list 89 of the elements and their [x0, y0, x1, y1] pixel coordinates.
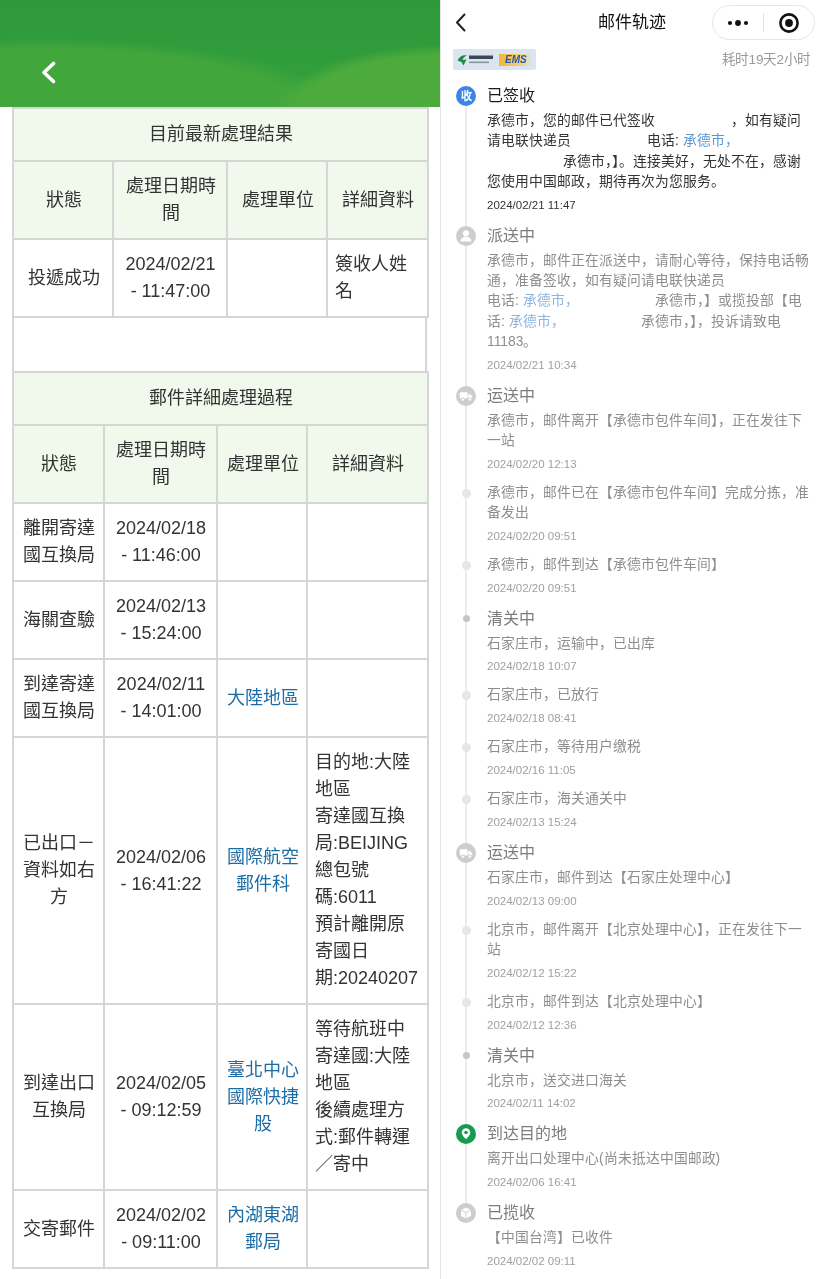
event-time: 2024/02/21 10:34	[487, 357, 578, 373]
event-description: 石家庄市，等待用户缴税	[487, 738, 642, 757]
table-cell: 投遞成功	[13, 239, 113, 317]
column-header: 詳細資料	[327, 161, 428, 239]
event-description: 【中国台湾】已收件	[487, 1229, 614, 1248]
event-time: 2024/02/21 11:47	[487, 197, 577, 213]
event-time: 2024/02/11 14:02	[487, 1096, 577, 1112]
event-description: 北京市，邮件到达【北京处理中心】	[487, 992, 712, 1011]
status-title: 运送中	[487, 842, 536, 863]
event-time: 2024/02/13 15:24	[487, 814, 578, 830]
status-title: 已揽收	[487, 1203, 536, 1224]
timeline-dot	[462, 615, 470, 623]
table-cell: 2024/02/11 - 14:01:00	[104, 659, 217, 737]
target-icon[interactable]	[779, 12, 799, 33]
timeline-dot	[461, 691, 471, 701]
timeline-dot	[461, 560, 471, 570]
box-icon	[456, 1203, 476, 1224]
status-title: 清关中	[487, 608, 536, 629]
column-header: 處理單位	[217, 425, 307, 503]
event-description: 石家庄市，已放行	[487, 686, 600, 705]
event-time: 2024/02/20 12:13	[487, 456, 578, 472]
more-icon[interactable]	[727, 19, 749, 26]
event-time: 2024/02/16 11:05	[487, 763, 577, 779]
table-cell: 2024/02/05 - 09:12:59	[104, 1004, 217, 1190]
status-title: 已签收	[487, 86, 536, 106]
event-time: 2024/02/18 10:07	[487, 659, 578, 675]
event-description: 承德市，邮件已在【承德市包件车间】完成分拣，准备发出	[487, 483, 810, 523]
status-title: 运送中	[487, 385, 536, 406]
received-badge: 收	[456, 86, 476, 106]
event-time: 2024/02/18 08:41	[487, 711, 578, 727]
status-title: 到达目的地	[487, 1124, 568, 1145]
event-time: 2024/02/06 16:41	[487, 1175, 578, 1191]
table-title: 目前最新處理結果	[13, 108, 428, 161]
table-cell: 2024/02/18 - 11:46:00	[104, 503, 217, 581]
table-cell: 離開寄達國互換局	[13, 503, 104, 581]
timeline-dot	[462, 1052, 470, 1060]
timeline-dot	[461, 488, 471, 498]
page-title: 邮件轨迹	[598, 11, 666, 34]
column-header: 詳細資料	[307, 425, 428, 503]
table-cell: 等待航班中 寄達國:大陸地區 後續處理方式:郵件轉運／寄中	[307, 1004, 428, 1190]
column-header: 處理單位	[227, 161, 327, 239]
truck-icon	[456, 842, 476, 863]
event-time: 2024/02/13 09:00	[487, 893, 578, 909]
event-time: 2024/02/20 09:51	[487, 528, 578, 544]
timeline-dot	[461, 795, 471, 805]
table-cell: 2024/02/02 - 09:11:00	[104, 1190, 217, 1268]
table-cell: 到達出口互換局	[13, 1004, 104, 1190]
location-pin-icon	[456, 1124, 476, 1145]
event-description: 北京市，邮件离开【北京处理中心】，正在发往下一站	[487, 920, 803, 959]
event-description: 北京市，送交进口海关	[487, 1071, 628, 1090]
event-description: 石家庄市，邮件到达【石家庄处理中心】	[487, 868, 740, 887]
column-header: 處理日期時間	[113, 161, 227, 239]
status-title: 清关中	[487, 1045, 536, 1066]
column-header: 處理日期時間	[104, 425, 217, 503]
timeline-dot	[461, 743, 471, 753]
event-description: 承德市，邮件到达【承德市包件车间】	[487, 555, 726, 574]
unit-link[interactable]: 國際航空郵件科	[225, 843, 300, 898]
table-cell: 已出口－資料如右方	[13, 737, 104, 1004]
logo-text: EMS	[499, 53, 532, 66]
event-description: 石家庄市，运输中，已出库	[487, 634, 656, 653]
table-cell: 交寄郵件	[13, 1190, 104, 1268]
phone-link[interactable]: 承德市，	[682, 133, 739, 149]
column-header: 狀態	[13, 425, 104, 503]
table-cell: 2024/02/06 - 16:41:22	[104, 737, 217, 1004]
event-time: 2024/02/02 09:11	[487, 1253, 577, 1269]
table-cell: 到達寄達國互換局	[13, 659, 104, 737]
back-icon[interactable]	[455, 13, 466, 32]
timeline-dot	[461, 925, 471, 935]
truck-icon	[456, 385, 476, 406]
table-cell: 目的地:大陸地區 寄達國互換局:BEIJING 總包號碼:6011 預計離開原寄國日期:20240207	[307, 737, 428, 1004]
table-cell: 簽收人姓名	[327, 239, 428, 317]
table-cell: 海關查驗	[13, 581, 104, 659]
table-title: 郵件詳細處理過程	[13, 372, 428, 425]
person-icon	[456, 225, 476, 246]
table-cell: 2024/02/21 - 11:47:00	[113, 239, 227, 317]
timeline-dot	[461, 997, 471, 1007]
event-time: 2024/02/20 09:51	[487, 580, 578, 596]
event-description: 承德市，邮件离开【承德市包件车间】，正在发往下一站	[487, 411, 803, 450]
event-description: 离开出口处理中心(尚未抵达中国邮政)	[487, 1150, 722, 1169]
event-time: 2024/02/12 15:22	[487, 965, 578, 981]
event-description: 石家庄市，海关通关中	[487, 790, 628, 809]
event-time: 2024/02/12 12:36	[487, 1017, 578, 1033]
status-title: 派送中	[487, 225, 536, 246]
elapsed-time: 耗时19天2小时	[722, 50, 810, 69]
table-cell: 2024/02/13 - 15:24:00	[104, 581, 217, 659]
event-description: 承德市，您的邮件已代签收 ，如有疑问请电联快递员 电话: 承德市， 承德市，】。连接美好，无处不在，感谢您使用中国邮政，期待再次为您服务。	[487, 112, 802, 191]
column-header: 狀態	[13, 161, 113, 239]
event-description: 承德市，邮件正在派送中，请耐心等待，保持电话畅通，准备签收，如有疑问请电联快递员 电话: 承德市， 承德市，】或揽投部【电话: 承德市， 承德市，】，投诉请致电11183。	[487, 251, 810, 351]
post-emblem-icon	[457, 53, 495, 66]
